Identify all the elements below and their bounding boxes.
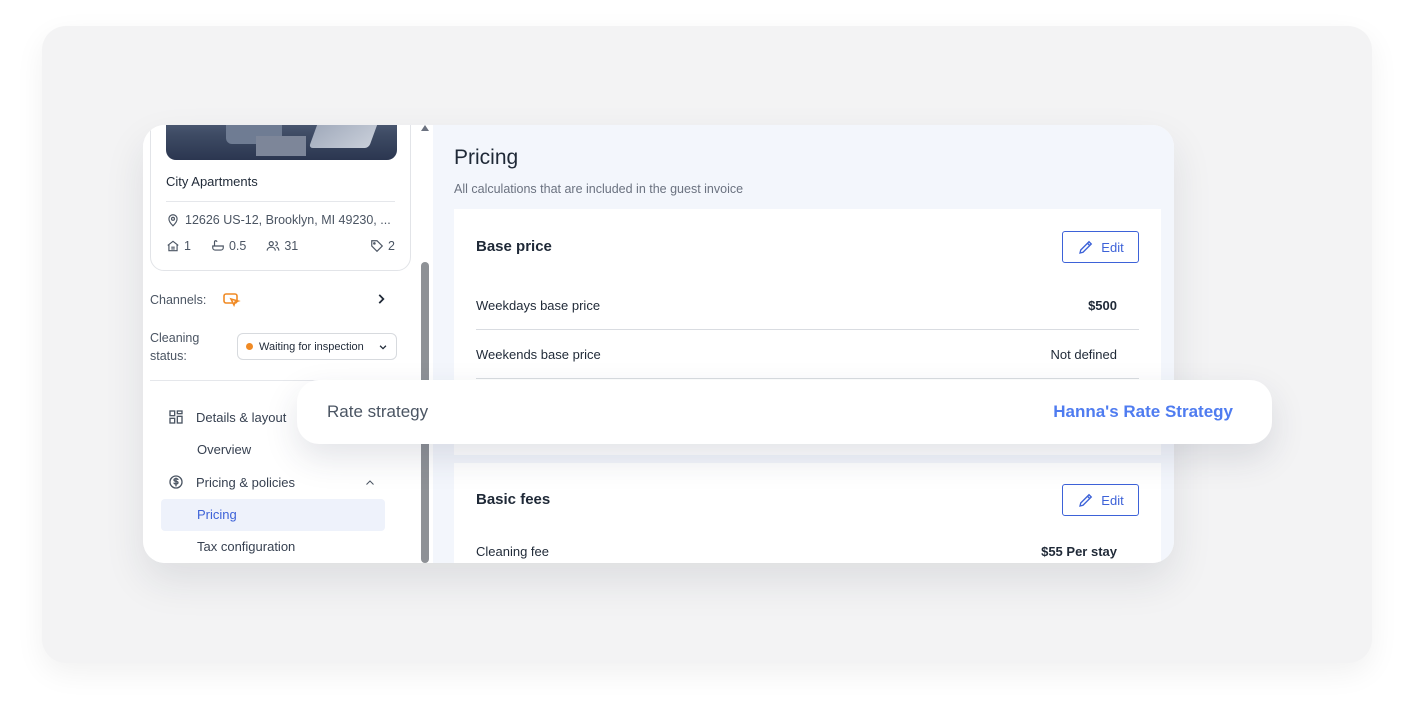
cleaning-status-value: Waiting for inspection [259,340,364,353]
rate-strategy-label: Rate strategy [327,402,429,421]
rate-strategy-card[interactable]: Rate strategy Hanna's Rate Strategy [297,380,1272,444]
property-address: 12626 US-12, Brooklyn, MI 49230, ... [166,213,391,227]
stat-guests: 31 [266,239,298,253]
cleaning-status-select[interactable]: Waiting for inspection [237,333,397,360]
channel-icon[interactable] [223,293,241,307]
chevron-down-icon [379,344,387,350]
price-row: Weekends base price Not defined [476,330,1139,379]
rate-strategy-value[interactable]: Hanna's Rate Strategy [1053,402,1233,422]
pricing-panel: Pricing All calculations that are includ… [433,125,1174,563]
cleaning-status-label: Cleaning status: [150,331,200,363]
property-card[interactable]: City Apartments 12626 US-12, Brooklyn, M… [150,125,411,271]
grid-icon [169,410,183,424]
location-pin-icon [168,214,178,227]
page-title: Pricing [454,146,519,169]
stat-bathrooms: 0.5 [211,239,246,253]
basic-fees-section: Basic fees Edit Cleaning fee $55 Per sta… [454,463,1161,563]
app-window: City Apartments 12626 US-12, Brooklyn, M… [143,125,1174,563]
status-dot-icon [246,343,253,350]
property-stats: 1 0.5 31 2 [166,239,395,253]
nav-overview[interactable]: Overview [197,442,251,457]
stat-bedrooms: 1 [166,239,191,253]
page-subtitle: All calculations that are included in th… [454,182,744,196]
stat-tags: 2 [370,239,395,253]
price-row: Cleaning fee $55 Per stay [476,544,1117,559]
nav-tax-configuration[interactable]: Tax configuration [197,539,295,554]
nav-pricing-policies-label: Pricing & policies [196,474,295,490]
base-price-title: Base price [476,238,552,255]
base-price-edit-button[interactable]: Edit [1062,231,1139,263]
house-icon [167,240,179,252]
pencil-icon [1079,493,1093,507]
tag-icon [371,240,384,253]
nav-details-layout[interactable]: Details & layout [168,409,286,425]
divider [166,201,395,202]
users-icon [266,241,280,251]
nav-pricing-policies[interactable]: Pricing & policies [168,474,295,490]
channels-label: Channels: [150,293,207,307]
left-panel: City Apartments 12626 US-12, Brooklyn, M… [143,125,433,563]
scrollbar[interactable] [420,125,432,563]
nav-details-label: Details & layout [196,409,287,425]
chevron-up-icon[interactable] [364,477,376,489]
scroll-up-arrow-icon[interactable] [421,125,429,131]
dollar-circle-icon [169,475,183,489]
chevron-right-icon[interactable] [374,292,388,306]
bathtub-icon [212,240,224,251]
property-photo [166,125,397,160]
basic-fees-edit-button[interactable]: Edit [1062,484,1139,516]
price-row: Weekdays base price $500 [476,281,1139,330]
pencil-icon [1079,240,1093,254]
basic-fees-title: Basic fees [476,491,551,508]
nav-pricing[interactable]: Pricing [197,507,237,522]
address-text: 12626 US-12, Brooklyn, MI 49230, ... [185,213,391,227]
property-name: City Apartments [166,174,258,189]
nav-active-highlight [161,499,385,531]
